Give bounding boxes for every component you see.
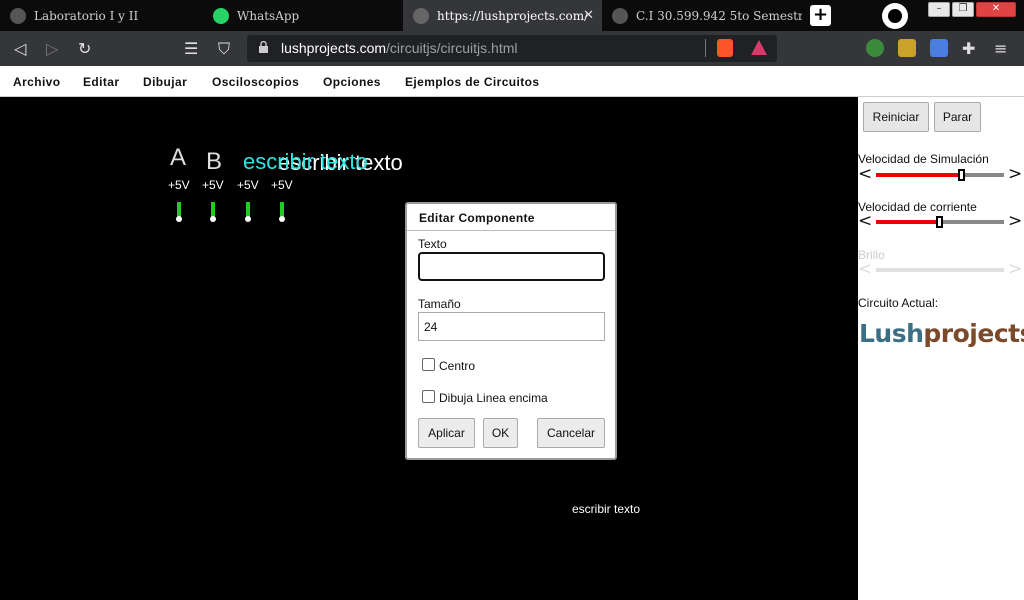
reset-button[interactable]: Reiniciar — [863, 102, 929, 132]
slider-track[interactable] — [876, 216, 1004, 228]
menu-ejemplos[interactable]: Ejemplos de Circuitos — [405, 75, 539, 89]
tab-title: C.I 30.599.942 5to Semestre Cir — [636, 8, 802, 23]
browser-tab-bar: Laboratorio I y II WhatsApp https://lush… — [0, 0, 1024, 31]
logic-input-voltage: +5V — [271, 178, 293, 192]
slider-fill — [876, 173, 962, 177]
sim-speed-slider[interactable]: < > — [858, 164, 1024, 184]
forward-icon[interactable]: ▷ — [46, 39, 58, 58]
slider-track[interactable] — [876, 169, 1004, 181]
bookmark-icon[interactable]: ⛉ — [218, 39, 230, 59]
menu-editar[interactable]: Editar — [83, 75, 119, 89]
tab-laboratorio[interactable]: Laboratorio I y II — [0, 0, 203, 31]
extension-cube-icon[interactable] — [898, 39, 916, 57]
url-path: /circuitjs/circuitjs.html — [386, 40, 518, 56]
close-tab-icon[interactable]: ✕ — [583, 8, 594, 23]
tab-title: https://lushprojects.com/c — [437, 8, 587, 23]
reload-icon[interactable]: ↻ — [78, 39, 91, 58]
tab-ci-semestre[interactable]: C.I 30.599.942 5to Semestre Cir — [602, 0, 802, 31]
overline-checkbox-label[interactable]: Dibuja Linea encima — [439, 391, 548, 405]
window-controls: – ❐ ✕ — [928, 2, 1016, 17]
menu-dibujar[interactable]: Dibujar — [143, 75, 187, 89]
logic-input-voltage: +5V — [168, 178, 190, 192]
tab-title: WhatsApp — [237, 8, 300, 23]
browser-menu-icon[interactable]: ≡ — [994, 39, 1007, 58]
globe-icon — [10, 7, 26, 24]
brightness-slider: < > — [858, 259, 1024, 279]
url-host: lushprojects.com — [281, 40, 387, 56]
extension-globe-icon[interactable] — [866, 39, 884, 57]
center-checkbox-label[interactable]: Centro — [439, 359, 475, 373]
translate-icon[interactable] — [930, 39, 948, 57]
stop-button[interactable]: Parar — [934, 102, 981, 132]
browser-toolbar: ◁ ▷ ↻ ☰ ⛉ lushprojects.com/circuitjs/cir… — [0, 31, 1024, 66]
browser-profile-icon[interactable] — [882, 3, 908, 29]
side-panel: Reiniciar Parar Velocidad de Simulación … — [858, 97, 1024, 600]
logic-input-voltage: +5V — [237, 178, 259, 192]
edit-component-dialog: Editar Componente Texto Tamaño Centro Di… — [405, 202, 617, 460]
slider-left-arrow-icon[interactable]: < — [858, 211, 872, 231]
menu-opciones[interactable]: Opciones — [323, 75, 381, 89]
address-divider — [705, 39, 706, 57]
slider-knob[interactable] — [957, 169, 965, 181]
extensions-puzzle-icon[interactable]: ✚ — [962, 39, 975, 58]
whatsapp-icon — [213, 7, 229, 24]
logic-input-voltage: +5V — [202, 178, 224, 192]
lushprojects-logo: Lushprojects — [859, 319, 1024, 348]
input-label-b[interactable]: B — [206, 148, 222, 176]
wire-node[interactable] — [245, 216, 251, 222]
url-text: lushprojects.com/circuitjs/circuitjs.htm… — [281, 40, 518, 56]
slider-right-arrow-icon: > — [1008, 259, 1023, 279]
brave-rewards-icon[interactable] — [751, 40, 767, 55]
canvas-text-small[interactable]: escribir texto — [572, 502, 640, 516]
center-checkbox[interactable] — [422, 358, 435, 371]
canvas-text-selected[interactable]: escribir texto — [243, 149, 368, 175]
wire-node[interactable] — [210, 216, 216, 222]
slider-knob[interactable] — [936, 216, 943, 228]
tab-whatsapp[interactable]: WhatsApp — [203, 0, 403, 31]
menu-archivo[interactable]: Archivo — [13, 75, 60, 89]
tab-title: Laboratorio I y II — [34, 8, 139, 23]
text-field-label: Texto — [418, 237, 447, 251]
wire-node[interactable] — [176, 216, 182, 222]
slider-track — [876, 268, 1004, 272]
text-input[interactable] — [418, 252, 605, 281]
slider-left-arrow-icon: < — [858, 259, 873, 279]
apply-button[interactable]: Aplicar — [418, 418, 475, 448]
menu-osciloscopios[interactable]: Osciloscopios — [212, 75, 299, 89]
reader-icon[interactable]: ☰ — [184, 39, 198, 58]
ok-button[interactable]: OK — [483, 418, 518, 448]
app-menu-bar: Archivo Editar Dibujar Osciloscopios Opc… — [0, 66, 1024, 97]
size-input[interactable] — [418, 312, 605, 341]
slider-left-arrow-icon[interactable]: < — [858, 164, 872, 184]
current-speed-label: Velocidad de corriente — [858, 200, 977, 214]
slider-fill — [876, 220, 940, 224]
new-tab-button[interactable]: + — [810, 5, 831, 26]
sim-speed-label: Velocidad de Simulación — [858, 152, 989, 166]
back-icon[interactable]: ◁ — [14, 39, 26, 58]
lock-icon — [259, 41, 268, 53]
brave-shield-icon[interactable] — [717, 39, 733, 57]
input-label-a[interactable]: A — [170, 144, 186, 172]
address-bar[interactable]: lushprojects.com/circuitjs/circuitjs.htm… — [247, 35, 777, 62]
cancel-button[interactable]: Cancelar — [537, 418, 605, 448]
dialog-title[interactable]: Editar Componente — [407, 204, 615, 231]
tab-lushprojects[interactable]: https://lushprojects.com/c ✕ — [403, 0, 602, 31]
wire-node[interactable] — [279, 216, 285, 222]
current-circuit-label: Circuito Actual: — [858, 296, 939, 310]
close-window-button[interactable]: ✕ — [976, 2, 1016, 17]
slider-right-arrow-icon[interactable]: > — [1008, 164, 1022, 184]
overline-checkbox[interactable] — [422, 390, 435, 403]
globe-icon — [612, 7, 628, 24]
current-speed-slider[interactable]: < > — [858, 211, 1024, 231]
slider-right-arrow-icon[interactable]: > — [1008, 211, 1022, 231]
maximize-button[interactable]: ❐ — [952, 2, 974, 17]
globe-icon — [413, 7, 429, 24]
size-field-label: Tamaño — [418, 297, 461, 311]
minimize-button[interactable]: – — [928, 2, 950, 17]
